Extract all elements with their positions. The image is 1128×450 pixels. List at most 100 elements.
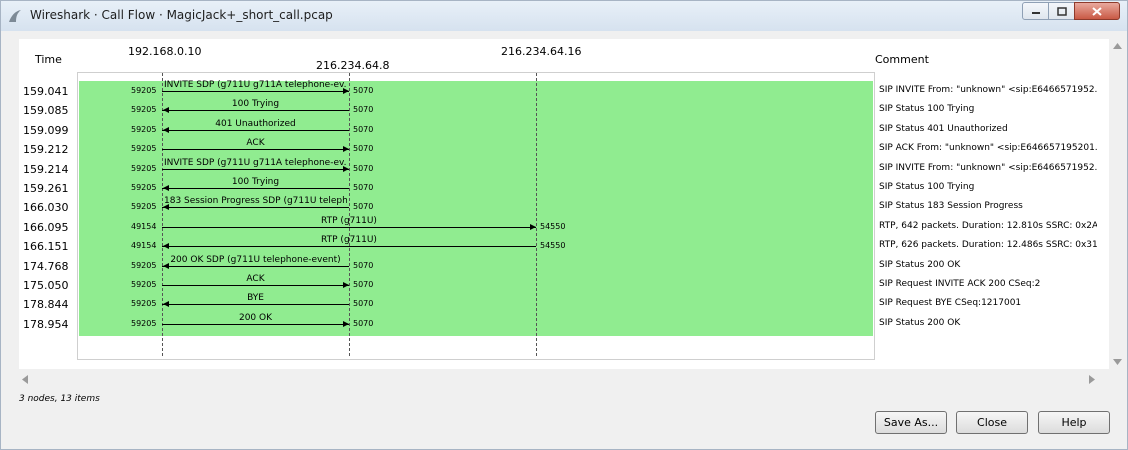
flow-message-label[interactable]: BYE [164, 293, 347, 303]
close-window-button[interactable] [1074, 2, 1120, 20]
flow-comment: RTP, 626 packets. Duration: 12.486s SSRC… [879, 240, 1097, 250]
maximize-button[interactable] [1048, 2, 1075, 20]
lifeline-node-1 [162, 73, 163, 356]
flow-destination-port: 54550 [540, 241, 566, 250]
flow-time: 166.095 [23, 221, 69, 234]
flow-comment: SIP Request INVITE ACK 200 CSeq:2 [879, 279, 1041, 289]
flow-message-label[interactable]: ACK [164, 138, 347, 148]
flow-arrow-line[interactable] [162, 246, 536, 247]
flow-comment: SIP Status 183 Session Progress [879, 201, 1023, 211]
flow-comment: SIP INVITE From: "unknown" <sip:E6466571… [879, 163, 1097, 173]
flow-comment: SIP Status 200 OK [879, 318, 961, 328]
flow-message-label[interactable]: INVITE SDP (g711U g711A telephone-ev... [164, 80, 347, 90]
help-button[interactable]: Help [1038, 411, 1110, 434]
save-as-button[interactable]: Save As... [875, 411, 947, 434]
flow-destination-port: 5070 [353, 183, 374, 192]
flow-comment: SIP Status 100 Trying [879, 182, 975, 192]
minimize-icon [1031, 12, 1040, 14]
close-button[interactable]: Close [956, 411, 1028, 434]
flow-source-port: 59205 [131, 299, 157, 308]
call-flow-window: Wireshark · Call Flow · MagicJack+_short… [0, 0, 1128, 450]
flow-message-label[interactable]: RTP (g711U) [164, 216, 534, 226]
scroll-right-arrow-icon[interactable] [1089, 375, 1095, 384]
flow-arrow-line[interactable] [162, 285, 349, 286]
flow-source-port: 59205 [131, 202, 157, 211]
flow-arrow-line[interactable] [162, 227, 536, 228]
node-address-3: 216.234.64.16 [501, 45, 582, 58]
flow-destination-port: 5070 [353, 125, 374, 134]
flow-time: 178.844 [23, 298, 69, 311]
flow-message-label[interactable]: 401 Unauthorized [164, 119, 347, 129]
flow-source-port: 59205 [131, 125, 157, 134]
wireshark-fin-icon [9, 10, 21, 22]
flow-arrow-line[interactable] [162, 130, 349, 131]
scroll-down-arrow-icon[interactable] [1113, 359, 1122, 365]
flow-destination-port: 5070 [353, 144, 374, 153]
flow-time: 166.030 [23, 201, 69, 214]
flow-source-port: 49154 [131, 222, 157, 231]
title-bar[interactable]: Wireshark · Call Flow · MagicJack+_short… [1, 1, 1127, 31]
flow-time: 159.214 [23, 163, 69, 176]
flow-source-port: 59205 [131, 164, 157, 173]
flow-arrow-line[interactable] [162, 188, 349, 189]
flow-comment: SIP Status 100 Trying [879, 104, 975, 114]
flow-comment: SIP ACK From: "unknown" <sip:E6466571952… [879, 143, 1097, 153]
flow-source-port: 59205 [131, 144, 157, 153]
dialog-body: Time Comment 192.168.0.10 216.234.64.8 2… [9, 31, 1126, 441]
flow-message-label[interactable]: 100 Trying [164, 177, 347, 187]
scroll-up-arrow-icon[interactable] [1113, 43, 1122, 49]
flow-message-label[interactable]: 100 Trying [164, 99, 347, 109]
flow-comment: RTP, 642 packets. Duration: 12.810s SSRC… [879, 221, 1097, 231]
window-title: Wireshark · Call Flow · MagicJack+_short… [30, 8, 333, 22]
flow-destination-port: 5070 [353, 202, 374, 211]
flow-time: 159.085 [23, 104, 69, 117]
flow-destination-port: 5070 [353, 261, 374, 270]
time-column-header: Time [35, 53, 62, 66]
minimize-button[interactable] [1022, 2, 1049, 20]
lifeline-node-3 [536, 73, 537, 356]
flow-time: 159.212 [23, 143, 69, 156]
comment-column-header: Comment [875, 53, 929, 66]
flow-source-port: 59205 [131, 105, 157, 114]
flow-arrow-line[interactable] [162, 207, 349, 208]
scroll-left-arrow-icon[interactable] [22, 375, 28, 384]
flow-message-label[interactable]: INVITE SDP (g711U g711A telephone-ev... [164, 158, 347, 168]
flow-graph[interactable]: Time Comment 192.168.0.10 216.234.64.8 2… [19, 39, 1126, 369]
flow-message-label[interactable]: RTP (g711U) [164, 235, 534, 245]
flow-arrow-line[interactable] [162, 169, 349, 170]
flow-comment: SIP Request BYE CSeq:1217001 [879, 298, 1022, 308]
horizontal-scrollbar[interactable] [19, 370, 1099, 387]
flow-destination-port: 5070 [353, 299, 374, 308]
flow-source-port: 59205 [131, 86, 157, 95]
flow-time: 166.151 [23, 240, 69, 253]
flow-message-label[interactable]: 183 Session Progress SDP (g711U telepho.… [164, 196, 347, 206]
flow-arrow-line[interactable] [162, 149, 349, 150]
flow-arrow-line[interactable] [162, 91, 349, 92]
flow-time: 178.954 [23, 318, 69, 331]
flow-destination-port: 5070 [353, 164, 374, 173]
flow-comment: SIP INVITE From: "unknown" <sip:E6466571… [879, 85, 1097, 95]
flow-source-port: 49154 [131, 241, 157, 250]
flow-time: 159.041 [23, 85, 69, 98]
flow-message-label[interactable]: 200 OK [164, 313, 347, 323]
flow-arrow-line[interactable] [162, 304, 349, 305]
flow-arrow-line[interactable] [162, 324, 349, 325]
flow-source-port: 59205 [131, 319, 157, 328]
flow-destination-port: 5070 [353, 280, 374, 289]
flow-destination-port: 54550 [540, 222, 566, 231]
flow-source-port: 59205 [131, 261, 157, 270]
flow-destination-port: 5070 [353, 86, 374, 95]
flow-time: 175.050 [23, 279, 69, 292]
node-address-1: 192.168.0.10 [128, 45, 202, 58]
flow-arrow-line[interactable] [162, 110, 349, 111]
vertical-scrollbar[interactable] [1109, 39, 1126, 369]
flow-arrow-line[interactable] [162, 266, 349, 267]
flow-message-label[interactable]: 200 OK SDP (g711U telephone-event) [164, 255, 347, 265]
close-icon [1092, 6, 1102, 16]
flow-comment: SIP Status 401 Unauthorized [879, 124, 1008, 134]
status-summary: 3 nodes, 13 items [19, 394, 100, 404]
flow-destination-port: 5070 [353, 319, 374, 328]
lifeline-node-2 [349, 73, 350, 356]
flow-message-label[interactable]: ACK [164, 274, 347, 284]
flow-source-port: 59205 [131, 183, 157, 192]
